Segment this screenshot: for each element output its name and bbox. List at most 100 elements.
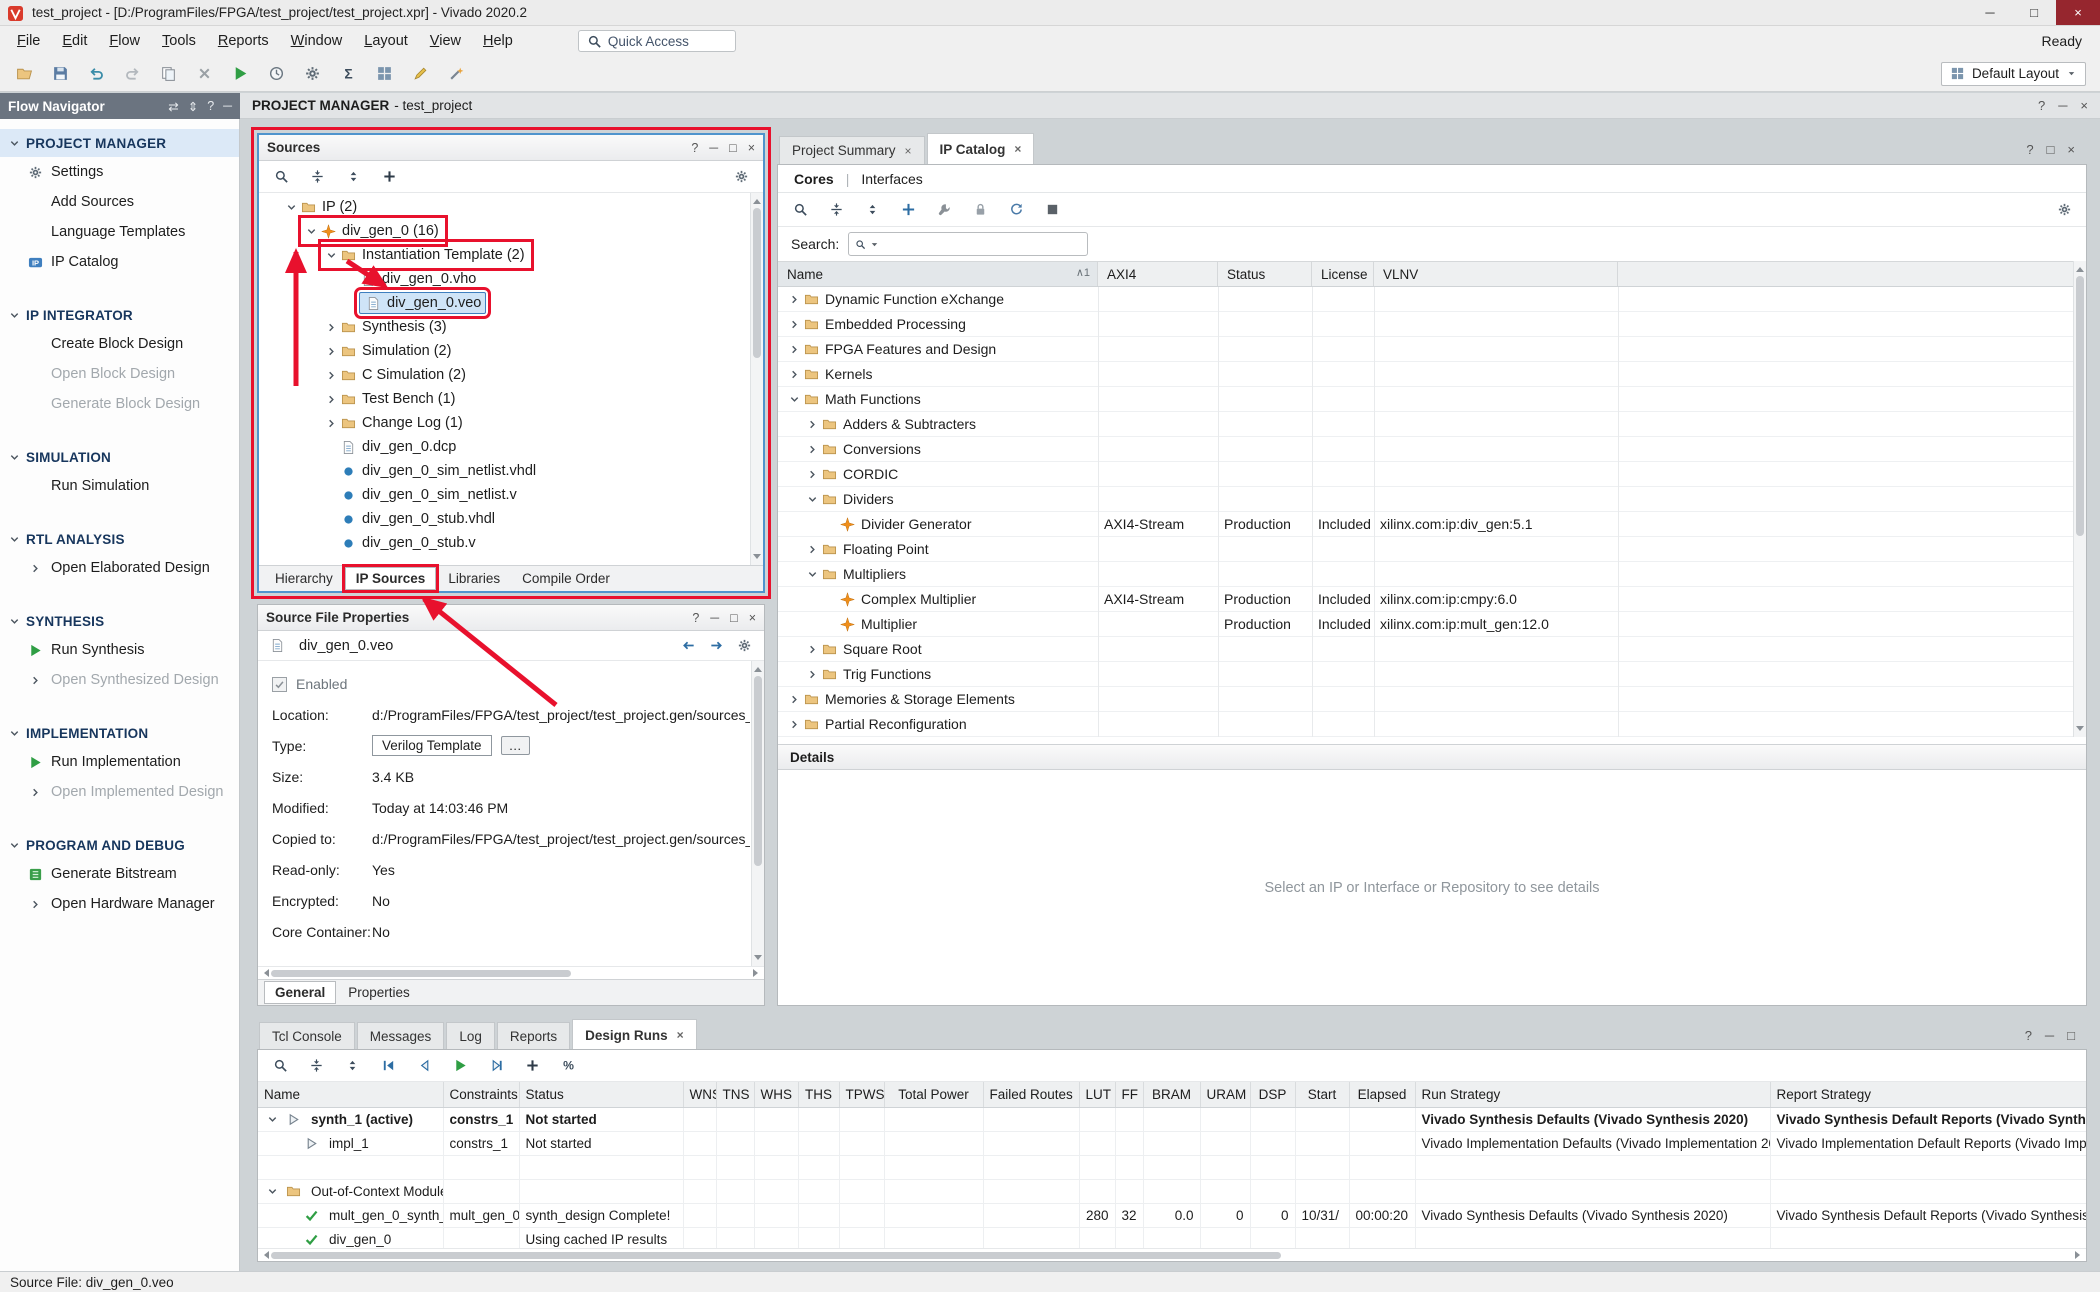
chevron-down-icon[interactable] bbox=[786, 391, 802, 407]
sources-scrollbar[interactable] bbox=[750, 193, 763, 565]
layout-selector[interactable]: Default Layout bbox=[1941, 62, 2086, 86]
search-icon[interactable] bbox=[790, 200, 810, 220]
catalog-row-floating-point[interactable]: Floating Point bbox=[778, 537, 2086, 562]
column-vlnv[interactable]: VLNV bbox=[1374, 262, 1618, 286]
tab-ip-catalog[interactable]: IP Catalog× bbox=[927, 133, 1035, 164]
chevron-right-icon[interactable] bbox=[804, 466, 820, 482]
catalog-row-multiplier[interactable]: MultiplierProductionIncludedxilinx.com:i… bbox=[778, 612, 2086, 637]
close-icon[interactable]: × bbox=[2067, 142, 2075, 157]
chevron-down-icon[interactable] bbox=[283, 199, 299, 215]
menu-layout[interactable]: Layout bbox=[353, 29, 419, 53]
runs-column-whs[interactable]: WHS bbox=[754, 1082, 798, 1107]
chevron-right-icon[interactable] bbox=[26, 784, 44, 800]
settings-gear-icon[interactable] bbox=[2054, 200, 2074, 220]
scroll-left-icon[interactable] bbox=[260, 969, 269, 977]
settings-gear-icon[interactable] bbox=[734, 636, 754, 656]
flownav-item-language-templates[interactable]: Language Templates bbox=[0, 217, 239, 247]
minimize-icon[interactable]: ─ bbox=[709, 141, 718, 155]
chevron-down-icon[interactable] bbox=[6, 307, 22, 323]
menu-view[interactable]: View bbox=[419, 29, 472, 53]
sort-indicator[interactable]: ∧1 bbox=[1076, 266, 1090, 279]
scroll-down-icon[interactable] bbox=[754, 955, 762, 964]
report-sigma-icon[interactable] bbox=[338, 64, 358, 84]
catalog-scrollbar[interactable] bbox=[2073, 261, 2086, 737]
runs-column-lut[interactable]: LUT bbox=[1079, 1082, 1115, 1107]
tree-item-div-gen-0-sim-netlist-vhdl[interactable]: div_gen_0_sim_netlist.vhdl bbox=[259, 459, 750, 483]
runs-column-status[interactable]: Status bbox=[519, 1082, 683, 1107]
sources-panel-header[interactable]: Sources ? ─ □ × bbox=[259, 135, 763, 161]
tree-item-div-gen-0-16[interactable]: div_gen_0 (16) bbox=[259, 219, 750, 243]
chevron-down-icon[interactable] bbox=[804, 566, 820, 582]
tree-item-synthesis-3[interactable]: Synthesis (3) bbox=[259, 315, 750, 339]
run-icon[interactable] bbox=[230, 64, 250, 84]
tree-item-div-gen-0-stub-vhdl[interactable]: div_gen_0_stub.vhdl bbox=[259, 507, 750, 531]
tab-compile-order[interactable]: Compile Order bbox=[512, 568, 620, 589]
add-ip-to-design-icon[interactable] bbox=[898, 200, 918, 220]
lock-icon[interactable] bbox=[970, 200, 990, 220]
delete-icon[interactable] bbox=[194, 64, 214, 84]
add-sources-icon[interactable] bbox=[379, 167, 399, 187]
menu-file[interactable]: File bbox=[6, 29, 51, 53]
chevron-down-icon[interactable] bbox=[6, 725, 22, 741]
close-icon[interactable]: × bbox=[1014, 142, 1021, 156]
chevron-right-icon[interactable] bbox=[323, 415, 339, 431]
chevron-down-icon[interactable] bbox=[804, 491, 820, 507]
close-icon[interactable]: × bbox=[677, 1028, 684, 1042]
runs-column-start[interactable]: Start bbox=[1295, 1082, 1349, 1107]
catalog-row-partial-reconfiguration[interactable]: Partial Reconfiguration bbox=[778, 712, 2086, 737]
collapse-all-icon[interactable] bbox=[826, 200, 846, 220]
close-icon[interactable]: × bbox=[748, 141, 755, 155]
float-icon[interactable]: □ bbox=[729, 141, 737, 155]
runs-row-out-of-context-module-runs[interactable]: Out-of-Context Module Runs bbox=[258, 1179, 2086, 1203]
runs-row-synth-1-active[interactable]: synth_1 (active)constrs_1Not startedViva… bbox=[258, 1107, 2086, 1131]
runs-column-failed-routes[interactable]: Failed Routes bbox=[983, 1082, 1079, 1107]
settings-gear-icon[interactable] bbox=[731, 167, 751, 187]
flownav-item-open-elaborated-design[interactable]: Open Elaborated Design bbox=[0, 553, 239, 583]
chevron-right-icon[interactable] bbox=[26, 560, 44, 576]
search-icon[interactable] bbox=[270, 1056, 290, 1076]
go-to-start-icon[interactable] bbox=[378, 1056, 398, 1076]
run-icon[interactable] bbox=[450, 1056, 470, 1076]
tree-item-test-bench-1[interactable]: Test Bench (1) bbox=[259, 387, 750, 411]
runs-column-wns[interactable]: WNS bbox=[683, 1082, 716, 1107]
chevron-right-icon[interactable] bbox=[804, 416, 820, 432]
flownav-item-add-sources[interactable]: Add Sources bbox=[0, 187, 239, 217]
catalog-row-adders-subtracters[interactable]: Adders & Subtracters bbox=[778, 412, 2086, 437]
redo-icon[interactable] bbox=[122, 64, 142, 84]
more-button[interactable]: … bbox=[501, 736, 530, 755]
catalog-row-divider-generator[interactable]: Divider GeneratorAXI4-StreamProductionIn… bbox=[778, 512, 2086, 537]
flownav-section-ip-integrator[interactable]: IP INTEGRATOR bbox=[0, 301, 239, 329]
tree-item-div-gen-0-veo[interactable]: div_gen_0.veo bbox=[259, 291, 750, 315]
flownav-item-run-synthesis[interactable]: Run Synthesis bbox=[0, 635, 239, 665]
scroll-up-icon[interactable] bbox=[2076, 263, 2084, 272]
tree-item-div-gen-0-dcp[interactable]: div_gen_0.dcp bbox=[259, 435, 750, 459]
runs-column-report-strategy[interactable]: Report Strategy bbox=[1770, 1082, 2086, 1107]
properties-panel-header[interactable]: Source File Properties ? ─ □ × bbox=[258, 605, 764, 631]
flownav-item-open-hardware-manager[interactable]: Open Hardware Manager bbox=[0, 889, 239, 919]
probe-icon[interactable] bbox=[446, 64, 466, 84]
scrollbar-thumb[interactable] bbox=[271, 970, 571, 977]
catalog-row-embedded-processing[interactable]: Embedded Processing bbox=[778, 312, 2086, 337]
tab-cores[interactable]: Cores bbox=[794, 171, 834, 187]
chevron-right-icon[interactable] bbox=[786, 366, 802, 382]
minimize-navigator-icon[interactable]: ─ bbox=[223, 99, 232, 114]
catalog-row-dynamic-function-exchange[interactable]: Dynamic Function eXchange bbox=[778, 287, 2086, 312]
chevron-down-icon[interactable] bbox=[6, 449, 22, 465]
back-icon[interactable] bbox=[678, 636, 698, 656]
properties-hscrollbar[interactable] bbox=[258, 966, 764, 979]
design-runs-hscrollbar[interactable] bbox=[258, 1248, 2086, 1261]
chevron-right-icon[interactable] bbox=[323, 367, 339, 383]
runs-column-constraints[interactable]: Constraints bbox=[443, 1082, 519, 1107]
runs-column-bram[interactable]: BRAM bbox=[1143, 1082, 1200, 1107]
column-axi4[interactable]: AXI4 bbox=[1098, 262, 1218, 286]
refresh-repository-icon[interactable] bbox=[1006, 200, 1026, 220]
tab-general[interactable]: General bbox=[264, 981, 336, 1004]
tree-item-div-gen-0-vho[interactable]: div_gen_0.vho bbox=[259, 267, 750, 291]
percent-utilization-icon[interactable] bbox=[558, 1056, 578, 1076]
catalog-row-square-root[interactable]: Square Root bbox=[778, 637, 2086, 662]
collapse-all-icon[interactable] bbox=[307, 167, 327, 187]
minimize-button[interactable]: ─ bbox=[1968, 0, 2012, 25]
forward-icon[interactable] bbox=[706, 636, 726, 656]
scrollbar-thumb[interactable] bbox=[271, 1252, 1281, 1259]
help-icon[interactable]: ? bbox=[2026, 142, 2033, 157]
